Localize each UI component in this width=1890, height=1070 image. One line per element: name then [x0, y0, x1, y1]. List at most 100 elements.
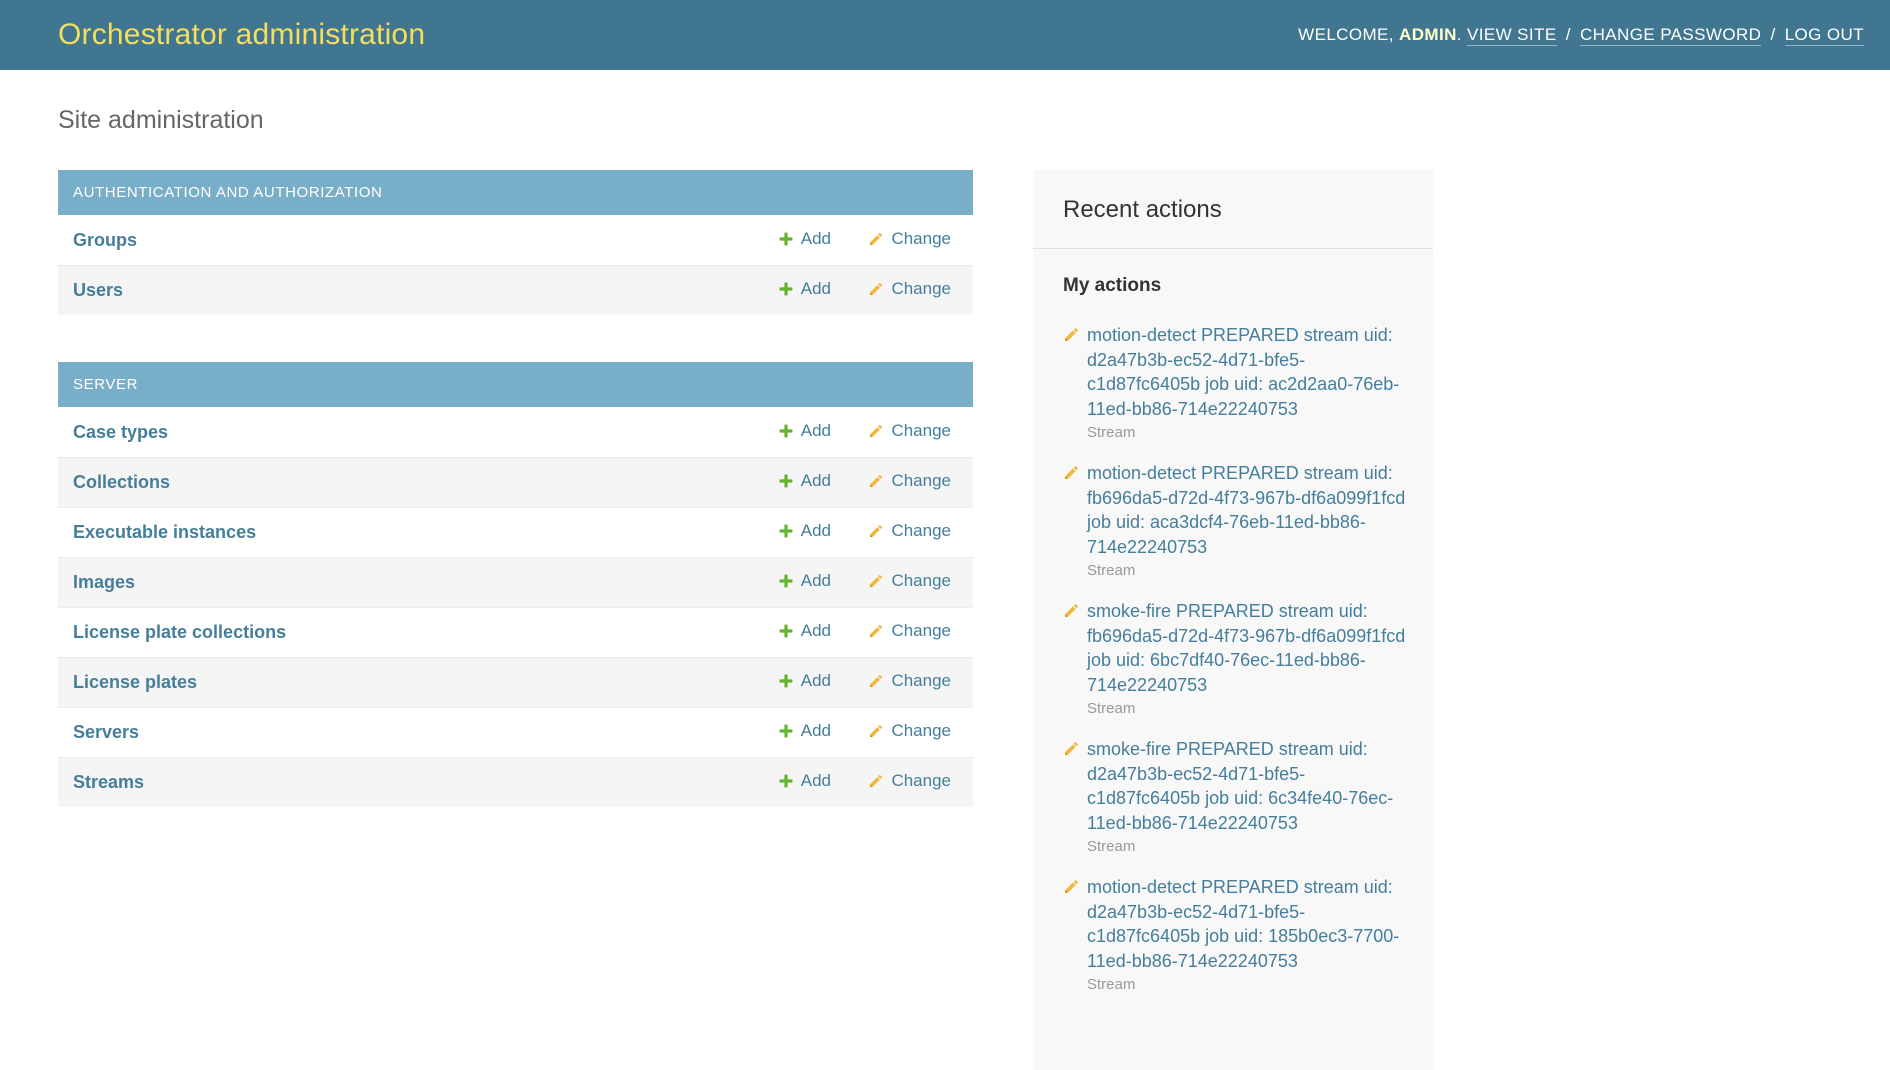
- recent-action-link[interactable]: motion-detect PREPARED stream uid: d2a47…: [1087, 323, 1407, 421]
- pencil-icon: [868, 231, 884, 247]
- recent-actions-title: Recent actions: [1033, 170, 1433, 249]
- model-link[interactable]: Images: [58, 572, 719, 593]
- pencil-icon: [868, 523, 884, 539]
- change-cell: Change: [831, 771, 951, 794]
- change-label: Change: [891, 521, 951, 541]
- pencil-icon: [868, 623, 884, 639]
- plus-icon: [778, 723, 794, 739]
- logout-link[interactable]: LOG OUT: [1785, 25, 1864, 46]
- add-link[interactable]: Add: [778, 571, 831, 591]
- change-link[interactable]: Change: [868, 279, 951, 299]
- add-link[interactable]: Add: [778, 621, 831, 641]
- model-link[interactable]: License plates: [58, 672, 719, 693]
- add-label: Add: [801, 471, 831, 491]
- change-label: Change: [891, 279, 951, 299]
- module-caption[interactable]: SERVER: [58, 362, 973, 407]
- model-link[interactable]: Servers: [58, 722, 719, 743]
- plus-icon: [778, 423, 794, 439]
- change-cell: Change: [831, 671, 951, 694]
- model-row: Case types Add Change: [58, 407, 973, 457]
- model-row: Images Add Change: [58, 557, 973, 607]
- add-link[interactable]: Add: [778, 721, 831, 741]
- app-module: SERVER Case types Add Change Collections…: [58, 362, 973, 807]
- change-label: Change: [891, 621, 951, 641]
- plus-icon: [778, 573, 794, 589]
- change-link[interactable]: Change: [868, 621, 951, 641]
- add-label: Add: [801, 621, 831, 641]
- add-link[interactable]: Add: [778, 421, 831, 441]
- model-link[interactable]: Streams: [58, 772, 719, 793]
- add-cell: Add: [719, 229, 831, 252]
- model-row: Streams Add Change: [58, 757, 973, 807]
- recent-action-link[interactable]: motion-detect PREPARED stream uid: fb696…: [1087, 461, 1407, 559]
- add-cell: Add: [719, 621, 831, 644]
- add-link[interactable]: Add: [778, 671, 831, 691]
- change-password-link[interactable]: CHANGE PASSWORD: [1580, 25, 1761, 46]
- recent-action-link[interactable]: smoke-fire PREPARED stream uid: fb696da5…: [1087, 599, 1407, 697]
- add-label: Add: [801, 229, 831, 249]
- welcome-period: .: [1457, 25, 1462, 44]
- add-link[interactable]: Add: [778, 521, 831, 541]
- change-label: Change: [891, 229, 951, 249]
- add-cell: Add: [719, 279, 831, 302]
- my-actions-heading: My actions: [1063, 275, 1403, 297]
- add-link[interactable]: Add: [778, 771, 831, 791]
- pencil-icon: [1063, 602, 1080, 619]
- pencil-icon: [868, 423, 884, 439]
- view-site-link[interactable]: VIEW SITE: [1467, 25, 1557, 46]
- change-link[interactable]: Change: [868, 721, 951, 741]
- change-label: Change: [891, 671, 951, 691]
- add-cell: Add: [719, 471, 831, 494]
- app-list: AUTHENTICATION AND AUTHORIZATION Groups …: [58, 170, 973, 807]
- action-object-type: Stream: [1087, 424, 1407, 442]
- model-link[interactable]: Users: [58, 280, 719, 301]
- link-separator: /: [1562, 25, 1575, 44]
- add-cell: Add: [719, 721, 831, 744]
- add-link[interactable]: Add: [778, 471, 831, 491]
- main-content: Site administration AUTHENTICATION AND A…: [0, 105, 1890, 807]
- add-label: Add: [801, 571, 831, 591]
- plus-icon: [778, 523, 794, 539]
- model-link[interactable]: Collections: [58, 472, 719, 493]
- change-label: Change: [891, 471, 951, 491]
- add-label: Add: [801, 671, 831, 691]
- model-row: License plate collections Add Change: [58, 607, 973, 657]
- action-object-type: Stream: [1087, 838, 1407, 856]
- model-link[interactable]: Executable instances: [58, 522, 719, 543]
- plus-icon: [778, 473, 794, 489]
- change-link[interactable]: Change: [868, 671, 951, 691]
- add-cell: Add: [719, 421, 831, 444]
- change-link[interactable]: Change: [868, 771, 951, 791]
- add-link[interactable]: Add: [778, 279, 831, 299]
- add-link[interactable]: Add: [778, 229, 831, 249]
- add-label: Add: [801, 279, 831, 299]
- site-title[interactable]: Orchestrator administration: [58, 18, 425, 52]
- pencil-icon: [1063, 464, 1080, 481]
- change-link[interactable]: Change: [868, 471, 951, 491]
- add-label: Add: [801, 521, 831, 541]
- pencil-icon: [868, 573, 884, 589]
- recent-actions-list: motion-detect PREPARED stream uid: d2a47…: [1033, 297, 1433, 994]
- add-label: Add: [801, 421, 831, 441]
- plus-icon: [778, 773, 794, 789]
- model-row: Groups Add Change: [58, 215, 973, 265]
- recent-action-link[interactable]: smoke-fire PREPARED stream uid: d2a47b3b…: [1087, 737, 1407, 835]
- pencil-icon: [1063, 740, 1080, 757]
- model-link[interactable]: Case types: [58, 422, 719, 443]
- module-caption[interactable]: AUTHENTICATION AND AUTHORIZATION: [58, 170, 973, 215]
- change-link[interactable]: Change: [868, 421, 951, 441]
- module-rows: Case types Add Change Collections Add: [58, 407, 973, 807]
- recent-action-link[interactable]: motion-detect PREPARED stream uid: d2a47…: [1087, 875, 1407, 973]
- model-link[interactable]: Groups: [58, 230, 719, 251]
- change-link[interactable]: Change: [868, 521, 951, 541]
- user-tools: WELCOME, ADMIN. VIEW SITE / CHANGE PASSW…: [1298, 25, 1864, 45]
- model-link[interactable]: License plate collections: [58, 622, 719, 643]
- change-link[interactable]: Change: [868, 571, 951, 591]
- change-cell: Change: [831, 621, 951, 644]
- recent-action-item: motion-detect PREPARED stream uid: d2a47…: [1063, 875, 1407, 994]
- change-link[interactable]: Change: [868, 229, 951, 249]
- recent-action-item: smoke-fire PREPARED stream uid: d2a47b3b…: [1063, 737, 1407, 856]
- action-object-type: Stream: [1087, 976, 1407, 994]
- pencil-icon: [868, 773, 884, 789]
- model-row: Users Add Change: [58, 265, 973, 315]
